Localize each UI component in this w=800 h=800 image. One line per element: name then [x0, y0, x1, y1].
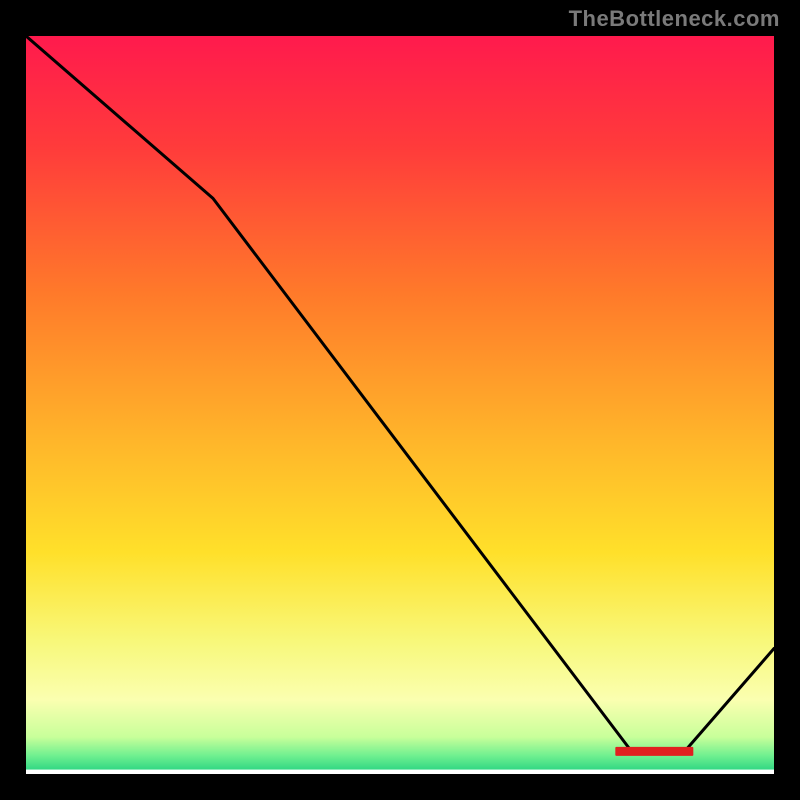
plot-area [26, 36, 774, 774]
gradient-background [26, 36, 774, 774]
bottleneck-chart [26, 36, 774, 774]
range-annotation [615, 747, 693, 756]
plot-area-border [18, 28, 782, 782]
watermark-text: TheBottleneck.com [569, 6, 780, 32]
zero-line-bar [26, 770, 774, 774]
chart-frame: TheBottleneck.com [0, 0, 800, 800]
